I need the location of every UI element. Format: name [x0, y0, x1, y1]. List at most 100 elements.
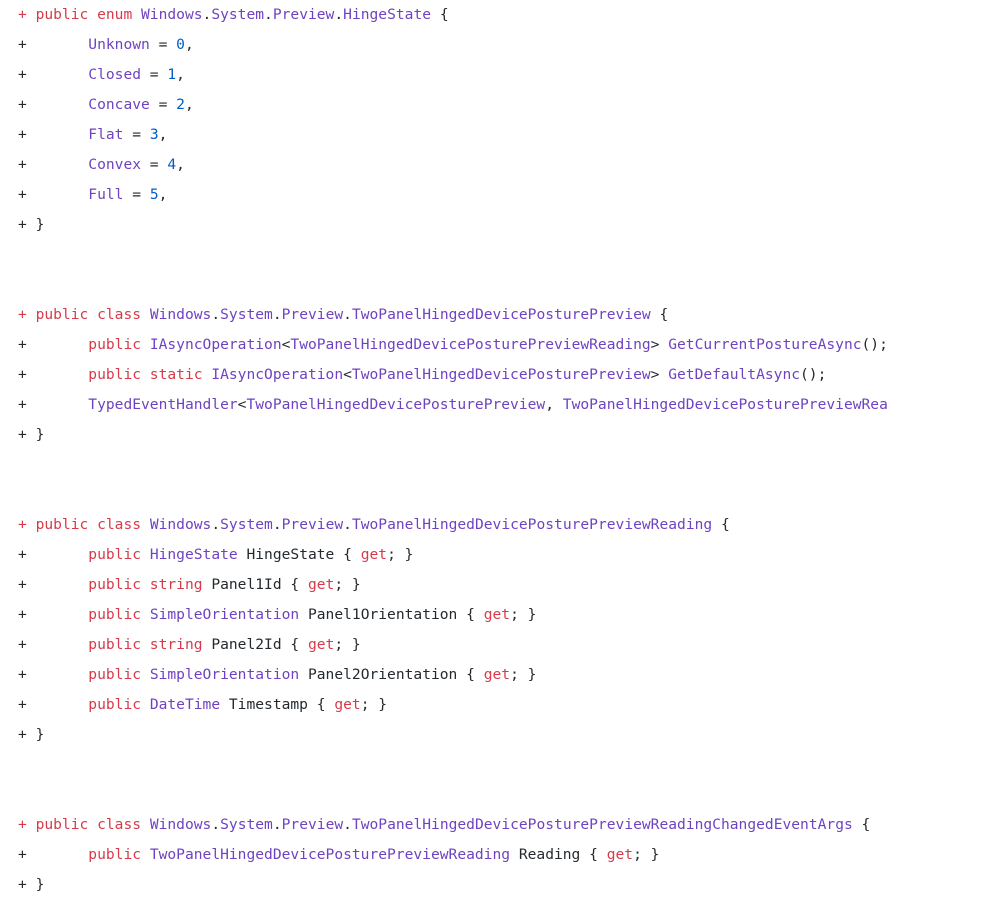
code-token-plain: . — [272, 516, 282, 533]
code-token-type: System — [220, 816, 273, 833]
code-token-marker: + — [18, 156, 36, 173]
code-line: + } — [0, 420, 997, 450]
code-token-kw: public string — [88, 636, 203, 653]
code-token-plain: = — [149, 96, 177, 113]
code-token-type: Unknown — [88, 36, 150, 53]
code-token-plain: } — [35, 426, 45, 443]
code-token-kw: get — [307, 576, 335, 593]
code-token-type: Windows — [149, 516, 212, 533]
code-token-plain: = — [149, 36, 177, 53]
code-token-marker: + — [18, 576, 36, 593]
code-line: + TypedEventHandler<TwoPanelHingedDevice… — [0, 390, 997, 420]
code-token-type: Preview — [281, 306, 344, 323]
code-token-kw: public class — [35, 516, 150, 533]
code-token-marker: + — [18, 726, 36, 743]
code-token-type: Concave — [88, 96, 150, 113]
code-token-plain: Panel1Orientation { — [299, 606, 484, 623]
code-line: + Flat = 3, — [0, 120, 997, 150]
code-line: + public class Windows.System.Preview.Tw… — [0, 510, 997, 540]
code-line: + public SimpleOrientation Panel1Orienta… — [0, 600, 997, 630]
code-token-type: Preview — [281, 516, 344, 533]
code-token-type: TwoPanelHingedDevicePosturePreviewReadin… — [290, 336, 651, 353]
code-token-kw: public — [88, 606, 150, 623]
code-token-marker: + — [18, 846, 36, 863]
code-token-type: GetCurrentPostureAsync — [668, 336, 862, 353]
code-token-plain: = — [141, 66, 168, 83]
code-token-kw: get — [483, 606, 511, 623]
code-line: + public string Panel1Id { get; } — [0, 570, 997, 600]
code-token-type: IAsyncOperation — [211, 366, 344, 383]
code-line: + public TwoPanelHingedDevicePosturePrev… — [0, 840, 997, 870]
code-token-num: 1 — [167, 66, 177, 83]
code-token-plain: , — [158, 186, 168, 203]
code-token-plain: . — [343, 516, 352, 533]
code-token-kw: + — [18, 6, 36, 23]
code-token-plain: = — [123, 126, 150, 143]
code-token-kw: public — [88, 336, 150, 353]
code-token-kw: public — [88, 546, 150, 563]
code-token-kw: public enum — [35, 6, 142, 23]
code-token-plain: ; } — [387, 546, 414, 563]
code-token-type: Preview — [272, 6, 335, 23]
code-token-num: 2 — [176, 96, 185, 113]
code-token-num: 3 — [149, 126, 159, 143]
code-token-plain: . — [272, 306, 282, 323]
code-token-type: DateTime — [149, 696, 221, 713]
code-token-type: TwoPanelHingedDevicePosturePreviewReadin… — [149, 846, 511, 863]
code-line: + } — [0, 210, 997, 240]
code-line: + public string Panel2Id { get; } — [0, 630, 997, 660]
code-token-type: HingeState — [149, 546, 238, 563]
code-token-plain: { — [852, 816, 871, 833]
code-token-type: Full — [88, 186, 124, 203]
code-token-type: SimpleOrientation — [149, 606, 300, 623]
code-token-plain: (); — [800, 366, 827, 383]
code-token-plain: ; } — [633, 846, 660, 863]
code-token-plain: } — [35, 876, 45, 893]
code-token-kw: public — [88, 666, 150, 683]
code-token-plain: Reading { — [510, 846, 607, 863]
code-token-type: SimpleOrientation — [149, 666, 300, 683]
code-token-plain: . — [343, 816, 352, 833]
code-token-plain: Panel1Id { — [202, 576, 308, 593]
code-token-plain: = — [141, 156, 168, 173]
code-token-kw: public — [88, 846, 150, 863]
code-token-type: TypedEventHandler — [88, 396, 238, 413]
code-token-plain: . — [272, 816, 282, 833]
code-token-kw: get — [334, 696, 361, 713]
code-token-marker: + — [18, 96, 36, 113]
code-token-kw: public class — [35, 816, 150, 833]
code-token-plain: ; } — [334, 636, 361, 653]
code-token-num: 5 — [149, 186, 159, 203]
code-token-kw: get — [360, 546, 388, 563]
code-token-plain: < — [343, 366, 352, 383]
code-token-type: TwoPanelHingedDevicePosturePreview — [246, 396, 546, 413]
code-token-marker: + — [18, 216, 36, 233]
code-token-type: HingeState — [343, 6, 432, 23]
code-token-type: TwoPanelHingedDevicePosturePreview — [351, 366, 651, 383]
code-line: + Unknown = 0, — [0, 30, 997, 60]
code-token-type: TwoPanelHingedDevicePosturePreview — [351, 306, 651, 323]
code-token-num: 4 — [167, 156, 177, 173]
code-token-plain: , — [184, 96, 194, 113]
code-line: + Closed = 1, — [0, 60, 997, 90]
code-token-type: Windows — [141, 6, 203, 23]
code-token-kw: + — [18, 516, 36, 533]
code-token-kw: public string — [88, 576, 203, 593]
code-token-marker: + — [18, 636, 36, 653]
code-token-marker: + — [18, 126, 36, 143]
code-token-type: IAsyncOperation — [149, 336, 282, 353]
